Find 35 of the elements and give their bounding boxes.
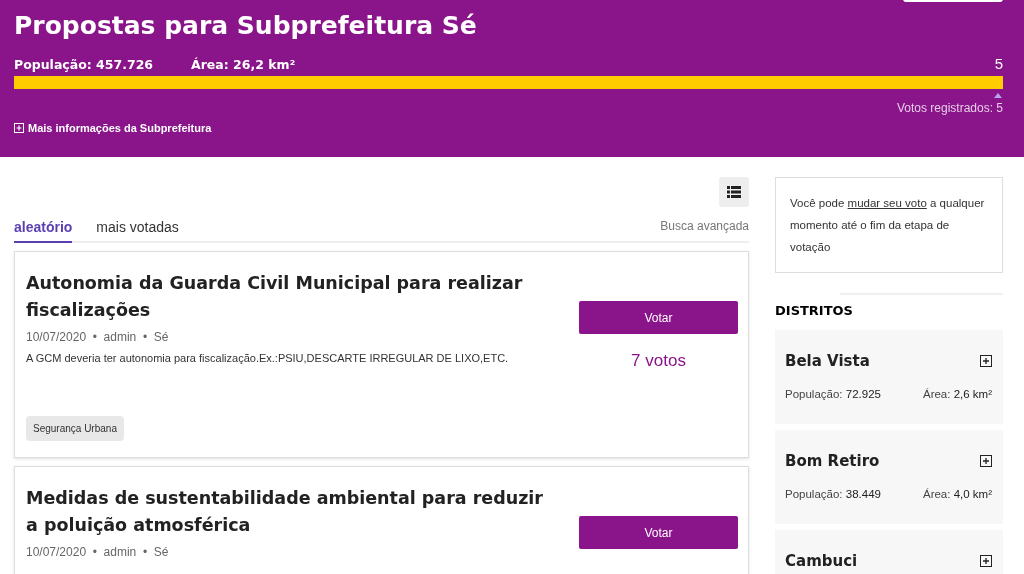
district-population: População: 72.925	[785, 388, 881, 400]
district-name: Cambuci	[785, 552, 858, 570]
district-name: Bom Retiro	[785, 452, 880, 470]
population-text: População: 457.726	[14, 57, 155, 72]
expand-icon[interactable]	[980, 455, 992, 467]
vote-total: 7 votos	[630, 351, 687, 371]
vote-button[interactable]: Votar	[579, 301, 738, 334]
proposal-meta: 10/07/2020 • admin • Sé	[26, 330, 170, 344]
area-text: Área: 26,2 km²	[191, 57, 296, 72]
list-view-button[interactable]	[719, 177, 749, 207]
proposal-title[interactable]: Medidas de sustentabilidade ambiental para reduzir a poluição atmosférica	[26, 485, 555, 539]
district-area: Área: 4,0 km²	[922, 488, 992, 500]
change-vote-link[interactable]: mudar seu voto	[847, 197, 927, 209]
votes-registered-text: Votos registrados: 5	[895, 101, 1003, 115]
expand-icon[interactable]	[980, 555, 992, 567]
proposal-title[interactable]: Autonomia da Guarda Civil Municipal para realizar fiscalizações	[26, 270, 555, 324]
plus-box-icon	[14, 123, 24, 133]
sort-tab[interactable]: aleatório	[14, 219, 73, 243]
vote-count: 5	[994, 55, 1003, 72]
proposal-meta: 10/07/2020 • admin • Sé	[26, 545, 170, 559]
advanced-search-link[interactable]: Busca avançada	[660, 219, 749, 241]
vote-notice: Você pode mudar seu voto a qualquer momento até o fim da etapa de votação	[775, 177, 1003, 273]
vote-button[interactable]: Votar	[579, 516, 738, 549]
district-population: População: 38.449	[785, 488, 881, 500]
list-icon	[727, 186, 741, 198]
more-info-link[interactable]: Mais informações da Subprefeitura	[14, 122, 212, 134]
category-tag[interactable]: Segurança Urbana	[26, 416, 124, 441]
districts-heading: DISTRITOS	[775, 303, 854, 318]
district-name: Bela Vista	[785, 352, 870, 370]
sort-tab[interactable]: mais votadas	[96, 219, 179, 243]
proposal-description: A GCM deveria ter autonomia para fiscalização.Ex.:PSIU,DESCARTE IRREGULAR DE LIXO,ETC.	[26, 352, 510, 364]
marker-icon	[994, 93, 1002, 98]
expand-icon[interactable]	[980, 355, 992, 367]
page-title: Propostas para Subprefeitura Sé	[14, 10, 478, 42]
district-area: Área: 2,6 km²	[922, 388, 992, 400]
